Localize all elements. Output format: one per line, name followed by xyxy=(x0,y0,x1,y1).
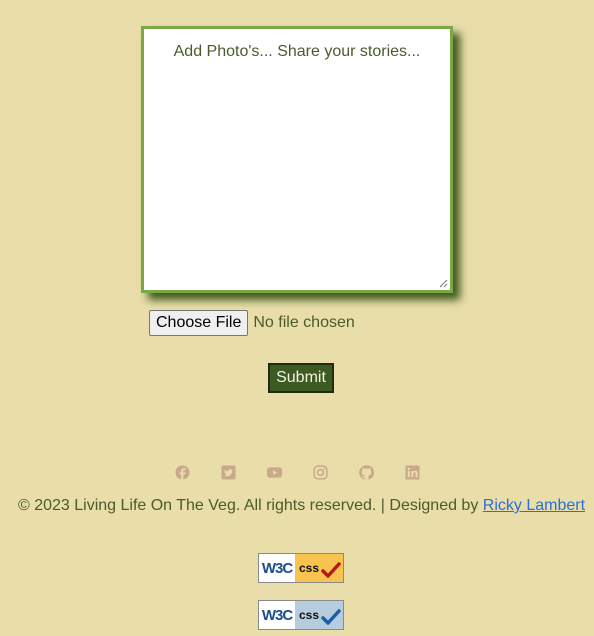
w3c-logo: W3C xyxy=(259,601,295,629)
checkmark-icon xyxy=(321,562,341,578)
linkedin-icon xyxy=(404,465,420,480)
choose-file-button[interactable]: Choose File xyxy=(149,310,249,336)
story-textarea-container xyxy=(141,26,453,293)
file-upload-row: Choose File No file chosen xyxy=(149,310,355,336)
facebook-icon xyxy=(174,465,190,480)
youtube-icon xyxy=(266,467,282,478)
instagram-link[interactable] xyxy=(312,465,328,480)
badge-label: css xyxy=(299,561,320,575)
youtube-link[interactable] xyxy=(266,465,282,480)
designer-link[interactable]: Ricky Lambert xyxy=(483,497,585,514)
resize-grip-icon[interactable] xyxy=(439,279,448,288)
facebook-link[interactable] xyxy=(174,465,190,480)
twitter-icon xyxy=(220,465,236,480)
file-status-text: No file chosen xyxy=(253,314,355,331)
submit-button[interactable]: Submit xyxy=(268,363,334,393)
badge-label: css xyxy=(299,608,320,622)
w3c-logo: W3C xyxy=(259,554,295,582)
footer-copyright: © 2023 Living Life On The Veg. All right… xyxy=(0,497,594,515)
github-link[interactable] xyxy=(358,465,374,480)
copyright-text: © 2023 Living Life On The Veg. All right… xyxy=(17,497,483,514)
social-links xyxy=(0,465,594,480)
github-icon xyxy=(358,465,374,480)
twitter-link[interactable] xyxy=(220,465,236,480)
w3c-css-badge-1[interactable]: W3C css xyxy=(258,553,344,583)
w3c-css-badge-2[interactable]: W3C css xyxy=(258,600,344,630)
linkedin-link[interactable] xyxy=(404,465,420,480)
instagram-icon xyxy=(312,465,328,480)
story-textarea[interactable] xyxy=(144,29,450,290)
checkmark-icon xyxy=(321,609,341,625)
